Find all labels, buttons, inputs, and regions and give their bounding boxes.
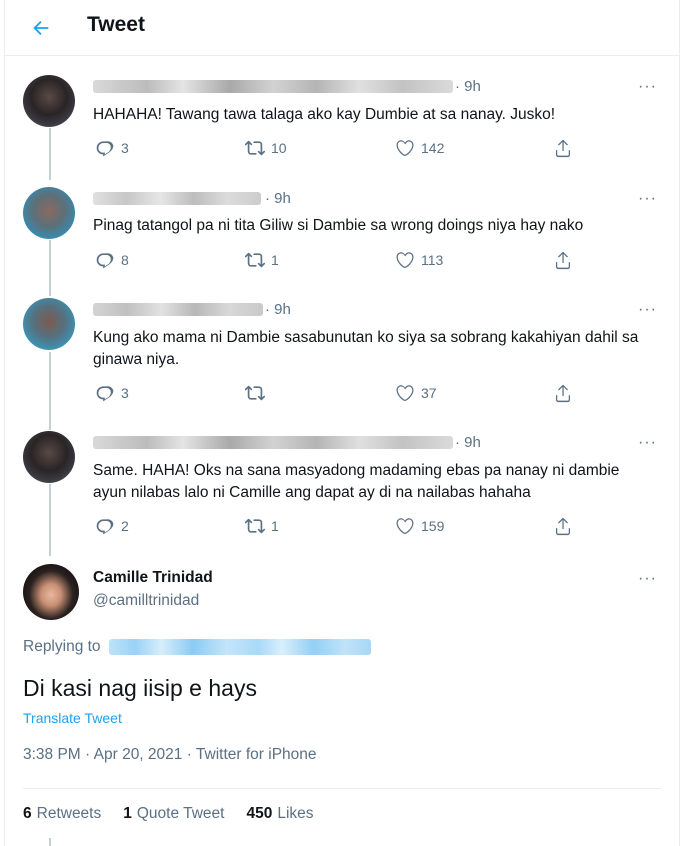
like-icon: [396, 385, 414, 401]
retweet-count: 1: [271, 252, 279, 268]
retweet-button[interactable]: 1: [245, 250, 279, 270]
retweet-count: 1: [271, 518, 279, 534]
like-button[interactable]: 37: [395, 383, 437, 403]
retweets-count: 6: [23, 805, 32, 822]
more-icon[interactable]: ···: [638, 301, 657, 319]
reply-icon: [96, 386, 114, 402]
author-handle[interactable]: @camilltrinidad: [93, 592, 199, 610]
reply-time[interactable]: · 9h: [265, 190, 291, 207]
reply-actions: 3 10 142: [91, 138, 591, 162]
reply-count: 8: [121, 252, 129, 268]
retweet-icon: [245, 140, 265, 156]
tweet-stats: 6 Retweets 1 Quote Tweet 450 Likes: [23, 805, 314, 823]
divider: [23, 788, 661, 789]
back-button[interactable]: [27, 14, 55, 42]
reply-time[interactable]: · 9h: [455, 78, 481, 95]
author-name-blurred[interactable]: [93, 192, 261, 205]
more-icon[interactable]: ···: [638, 190, 657, 208]
thread-line: [49, 352, 51, 430]
reply-icon: [96, 253, 114, 269]
retweet-icon: [245, 518, 265, 534]
reply-count: 3: [121, 140, 129, 156]
like-icon: [396, 252, 414, 268]
tweet-page: Tweet · 9h ··· HAHAHA! Tawang tawa talag…: [4, 0, 680, 846]
reply-icon: [96, 141, 114, 157]
retweets-label: Retweets: [36, 805, 102, 822]
reply-actions: 8 1 113: [91, 250, 591, 274]
tweet-text: Di kasi nag iisip e hays: [23, 675, 257, 701]
back-arrow-icon: [33, 20, 49, 36]
like-icon: [396, 518, 414, 534]
reply-actions: 2 1 159: [91, 516, 591, 540]
like-button[interactable]: 113: [395, 250, 443, 270]
author-name-blurred[interactable]: [93, 80, 453, 93]
quotes-count: 1: [123, 805, 132, 822]
reply-text: Pinag tatangol pa ni tita Giliw si Dambi…: [93, 217, 584, 234]
quote-tweets-stat[interactable]: 1 Quote Tweet: [123, 805, 224, 823]
like-button[interactable]: 142: [395, 138, 444, 158]
retweets-stat[interactable]: 6 Retweets: [23, 805, 101, 823]
share-button[interactable]: [553, 516, 573, 536]
page-title: Tweet: [87, 13, 145, 36]
thread-line: [49, 128, 51, 180]
avatar[interactable]: [23, 298, 75, 350]
retweet-count: 10: [271, 140, 287, 156]
translate-tweet-link[interactable]: Translate Tweet: [23, 710, 122, 726]
retweet-icon: [245, 385, 265, 401]
share-button[interactable]: [553, 250, 573, 270]
page-header: Tweet: [5, 0, 679, 56]
retweet-icon: [245, 252, 265, 268]
like-count: 37: [421, 385, 437, 401]
avatar[interactable]: [23, 564, 79, 620]
quotes-label: Quote Tweet: [136, 805, 225, 822]
retweet-button[interactable]: [245, 383, 271, 403]
like-count: 142: [421, 140, 445, 156]
likes-label: Likes: [277, 805, 314, 822]
avatar[interactable]: [23, 75, 75, 127]
share-icon: [555, 139, 571, 158]
thread-line: [49, 838, 51, 846]
reply-text: Same. HAHA! Oks na sana masyadong madami…: [93, 462, 620, 501]
reply-icon: [96, 519, 114, 535]
reply-actions: 3 37: [91, 383, 591, 407]
avatar[interactable]: [23, 187, 75, 239]
reply-text: HAHAHA! Tawang tawa talaga ako kay Dumbi…: [93, 106, 556, 123]
more-icon[interactable]: ···: [638, 434, 657, 452]
replying-to-label: Replying to: [23, 638, 101, 655]
replying-to-handles-blurred[interactable]: [108, 639, 371, 655]
share-icon: [555, 517, 571, 536]
reply-time[interactable]: · 9h: [265, 301, 291, 318]
tweet-meta[interactable]: 3:38 PM · Apr 20, 2021 · Twitter for iPh…: [23, 746, 317, 764]
thread-line: [49, 484, 51, 556]
retweet-button[interactable]: 1: [245, 516, 279, 536]
reply-text: Kung ako mama ni Dambie sasabunutan ko s…: [93, 329, 639, 368]
share-button[interactable]: [553, 383, 573, 403]
reply-time[interactable]: · 9h: [455, 434, 481, 451]
reply-button[interactable]: 8: [95, 250, 129, 270]
like-count: 159: [421, 518, 445, 534]
author-display-name[interactable]: Camille Trinidad: [93, 569, 213, 587]
author-name-blurred[interactable]: [93, 303, 263, 316]
more-icon[interactable]: ···: [638, 78, 657, 96]
like-count: 113: [421, 252, 444, 268]
share-button[interactable]: [553, 138, 573, 158]
reply-button[interactable]: 3: [95, 138, 129, 158]
thread-line: [49, 240, 51, 296]
share-icon: [555, 251, 571, 270]
reply-button[interactable]: 2: [95, 516, 129, 536]
share-icon: [555, 384, 571, 403]
replying-to: Replying to: [23, 638, 371, 656]
reply-count: 3: [121, 385, 129, 401]
avatar[interactable]: [23, 431, 75, 483]
author-name-blurred[interactable]: [93, 436, 453, 449]
like-button[interactable]: 159: [395, 516, 444, 536]
like-icon: [396, 140, 414, 156]
more-icon[interactable]: ···: [638, 570, 657, 588]
likes-stat[interactable]: 450 Likes: [246, 805, 313, 823]
retweet-button[interactable]: 10: [245, 138, 287, 158]
likes-count: 450: [246, 805, 273, 822]
reply-count: 2: [121, 518, 129, 534]
reply-button[interactable]: 3: [95, 383, 129, 403]
